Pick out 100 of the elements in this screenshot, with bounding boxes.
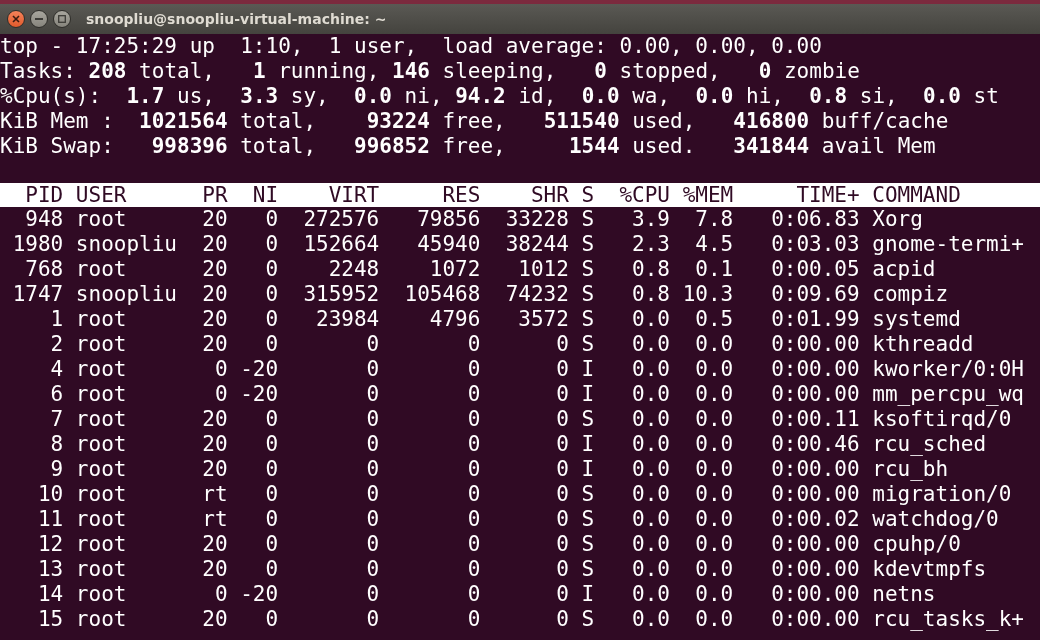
window-title: snoopliu@snoopliu-virtual-machine: ~ — [86, 11, 387, 27]
table-cell-text: 0.0 — [631, 557, 670, 582]
table-cell-text: 0.0 — [631, 532, 670, 557]
table-cell-text: 0 — [555, 482, 569, 507]
table-cell-text: 79856 — [416, 207, 481, 232]
table-cell-text: 0.1 — [694, 257, 734, 282]
table-cell-text: 45940 — [416, 232, 481, 257]
table-cell-text: snoopliu — [75, 282, 178, 307]
table-cell-text: S — [580, 332, 595, 357]
table-cell-text: 0.0 — [694, 482, 734, 507]
table-cell-text: 0:00.00 — [770, 382, 860, 407]
maximize-button[interactable] — [53, 10, 71, 28]
table-cell-text: 20 — [201, 432, 228, 457]
table-cell-text: 0:00.00 — [770, 532, 860, 557]
table-cell-text: 0.0 — [694, 557, 734, 582]
table-cell-text: 0:01.99 — [770, 307, 860, 332]
table-cell-text: 0 — [466, 607, 481, 632]
column-header: SHR — [529, 183, 569, 207]
table-cell-text: I — [580, 382, 595, 407]
table-cell-text: 0 — [213, 357, 228, 382]
table-cell-text: 20 — [201, 557, 228, 582]
table-cell-text: 0 — [555, 407, 569, 432]
table-cell-text: 0 — [466, 507, 481, 532]
close-button[interactable] — [7, 10, 25, 28]
table-cell-text: Xorg — [872, 207, 924, 232]
table-cell-text: 15 — [36, 607, 64, 632]
table-cell-text: 0 — [466, 532, 481, 557]
table-cell-text: -20 — [239, 382, 279, 407]
table-cell-text: 0:03.03 — [770, 232, 860, 257]
column-header: VIRT — [327, 183, 380, 207]
table-cell-text: -20 — [239, 357, 279, 382]
table-cell-text: 3.9 — [631, 207, 670, 232]
table-cell-text: S — [580, 307, 595, 332]
column-header: COMMAND — [872, 183, 962, 207]
table-cell-text: 7 — [49, 407, 64, 432]
table-cell-text: 8 — [49, 432, 64, 457]
table-cell-text: 0 — [555, 332, 569, 357]
table-cell-text: 0:00.00 — [770, 332, 860, 357]
table-cell-text: I — [580, 357, 595, 382]
table-cell-text: I — [580, 432, 595, 457]
table-cell-text: 4.5 — [694, 232, 734, 257]
table-cell-text: systemd — [872, 307, 962, 332]
table-cell-text: 0.0 — [631, 607, 670, 632]
table-cell-text: 0.0 — [694, 407, 734, 432]
table-cell-text: 2248 — [327, 257, 380, 282]
table-cell-text: 0:09.69 — [770, 282, 860, 307]
table-cell-text: mm_percpu_wq — [872, 382, 1025, 407]
table-cell-text: 0 — [264, 482, 279, 507]
table-cell-text: root — [75, 582, 128, 607]
table-cell-text: netns — [872, 582, 937, 607]
table-cell-text: 152664 — [302, 232, 380, 257]
table-cell-text: 0 — [555, 357, 569, 382]
table-cell-text: root — [75, 407, 128, 432]
table-cell-text: 272576 — [302, 207, 380, 232]
table-cell-text: 4 — [49, 357, 64, 382]
table-cell-text: 0 — [365, 507, 380, 532]
table-cell-text: root — [75, 607, 128, 632]
table-cell-text: 0:06.83 — [770, 207, 860, 232]
table-cell-text: 20 — [201, 332, 228, 357]
table-cell-text: S — [580, 557, 595, 582]
table-cell-text: I — [580, 582, 595, 607]
table-cell-text: 20 — [201, 282, 228, 307]
table-cell-text: 0.0 — [631, 407, 670, 432]
summary-line: Tasks: 208 total, 1 running, 146 sleeping, 0 stopped, 0 zombie — [0, 59, 860, 84]
table-cell-text: 0.0 — [694, 607, 734, 632]
column-header: PR — [201, 183, 228, 207]
table-cell-text: 0 — [555, 557, 569, 582]
minimize-icon — [35, 18, 43, 20]
close-icon — [12, 15, 20, 23]
table-cell-text: S — [580, 482, 595, 507]
table-cell-text: 20 — [201, 307, 228, 332]
table-cell-text: 0:00.05 — [770, 257, 860, 282]
table-cell-text: watchdog/0 — [872, 507, 1000, 532]
column-header: S — [580, 183, 595, 207]
table-cell-text: cpuhp/0 — [872, 532, 962, 557]
table-cell-text: 0 — [365, 482, 380, 507]
table-cell-text: 0 — [264, 207, 279, 232]
table-cell-text: rt — [201, 482, 228, 507]
table-cell-text: S — [580, 507, 595, 532]
table-cell-text: 7.8 — [694, 207, 734, 232]
table-cell-text: 0 — [264, 332, 279, 357]
column-header: %CPU — [618, 183, 670, 207]
table-cell-text: S — [580, 607, 595, 632]
column-header: %MEM — [681, 183, 734, 207]
table-cell-text: 0 — [555, 457, 569, 482]
table-cell-text: 0:00.02 — [770, 507, 860, 532]
table-cell-text: 0.0 — [631, 432, 670, 457]
table-cell-text: 0 — [365, 407, 380, 432]
table-cell-text: root — [75, 332, 128, 357]
table-cell-text: 0:00.00 — [770, 482, 860, 507]
table-cell-text: kthreadd — [872, 332, 975, 357]
table-cell-text: I — [580, 457, 595, 482]
table-cell-text: gnome-termi+ — [872, 232, 1025, 257]
table-cell-text: 768 — [24, 257, 64, 282]
table-cell-text: 0 — [365, 582, 380, 607]
summary-line: KiB Swap: 998396 total, 996852 free, 1544 used. 341844 avail Mem — [0, 134, 936, 159]
table-cell-text: compiz — [872, 282, 950, 307]
table-cell-text: 20 — [201, 207, 228, 232]
table-cell-text: 0.8 — [631, 257, 670, 282]
minimize-button[interactable] — [30, 10, 48, 28]
